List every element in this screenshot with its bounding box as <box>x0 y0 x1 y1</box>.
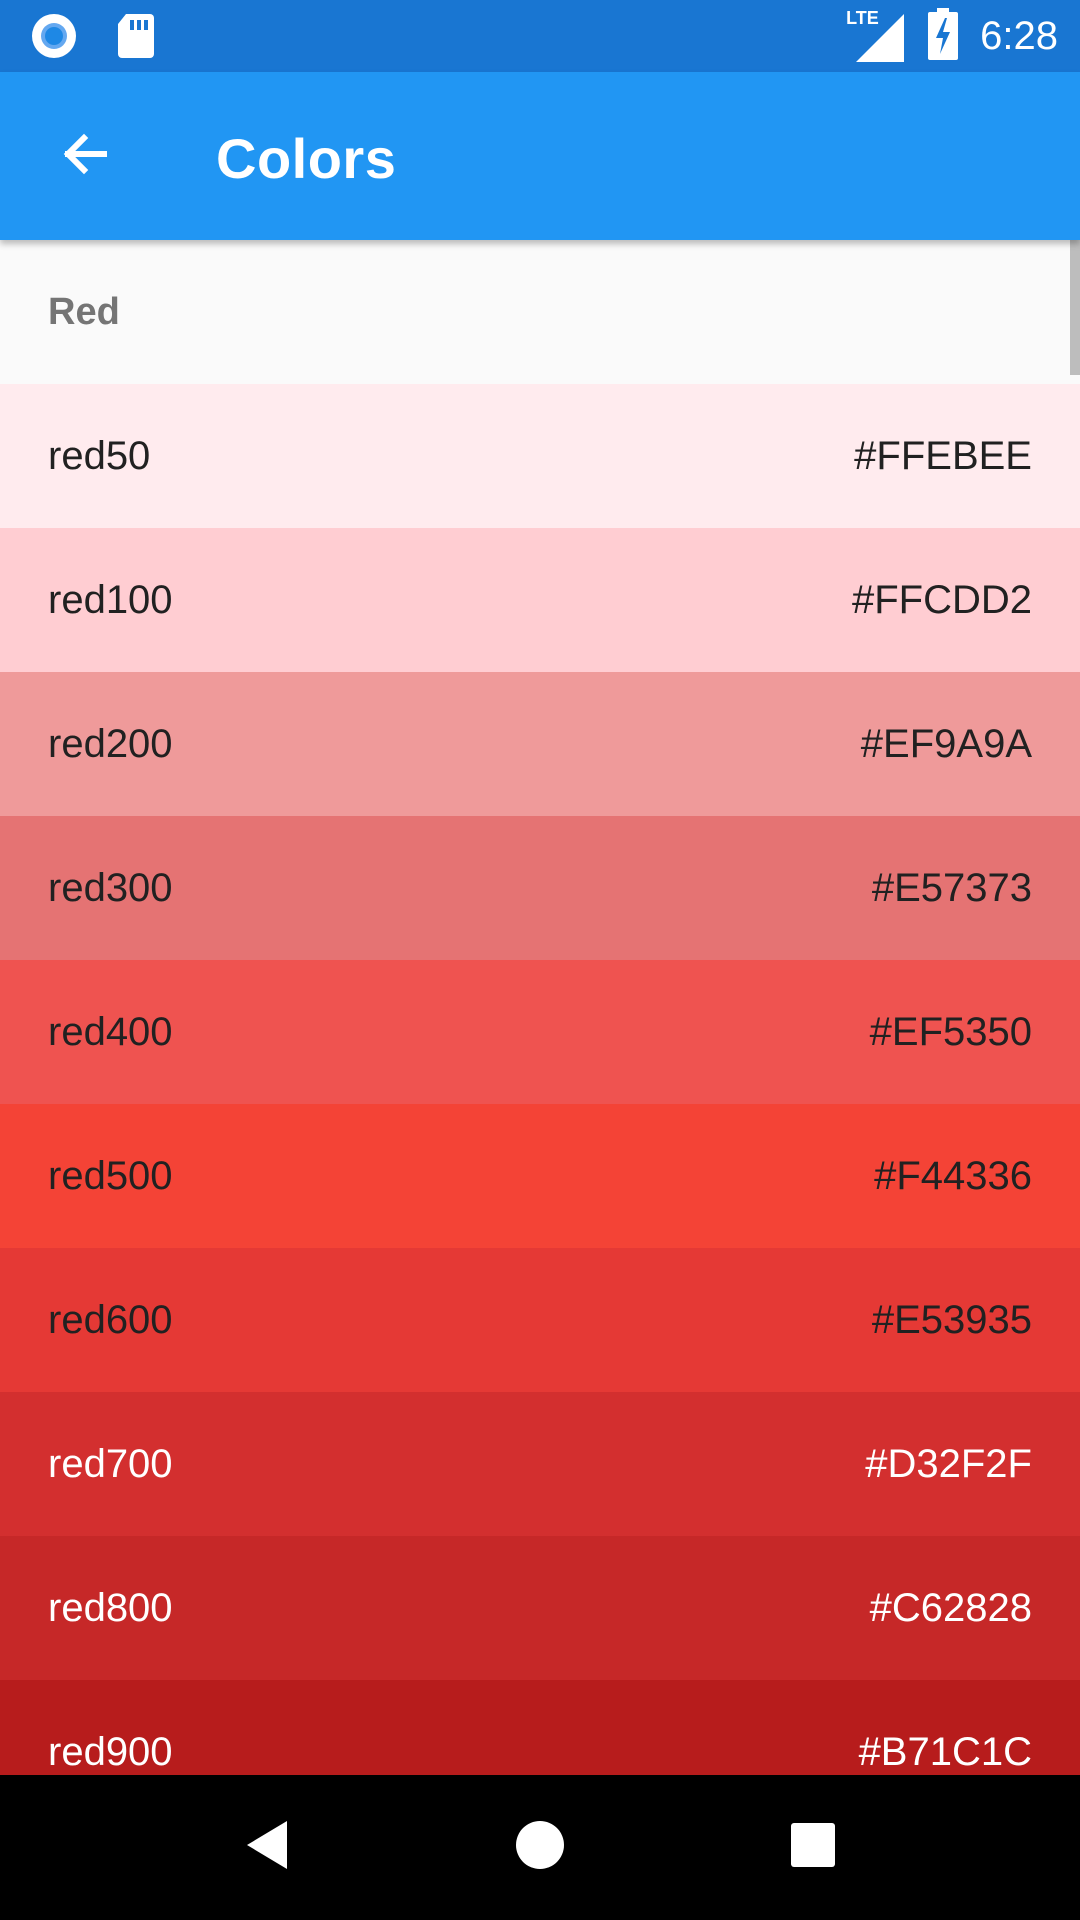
color-row-red500[interactable]: red500 #F44336 <box>0 1104 1080 1248</box>
nav-back-button[interactable] <box>217 1798 317 1898</box>
color-hex: #C62828 <box>869 1585 1032 1630</box>
color-name: red700 <box>48 1441 173 1486</box>
color-row-red900[interactable]: red900 #B71C1C <box>0 1680 1080 1775</box>
color-name: red900 <box>48 1729 173 1774</box>
color-name: red50 <box>48 433 151 478</box>
color-hex: #F44336 <box>874 1153 1032 1198</box>
color-name: red100 <box>48 577 173 622</box>
color-row-red400[interactable]: red400 #EF5350 <box>0 960 1080 1104</box>
color-row-red300[interactable]: red300 #E57373 <box>0 816 1080 960</box>
battery-charging-icon <box>928 7 959 65</box>
navigation-bar <box>0 1775 1080 1920</box>
color-row-red700[interactable]: red700 #D32F2F <box>0 1392 1080 1536</box>
status-time: 6:28 <box>980 13 1058 58</box>
section-header-red: Red <box>0 240 1080 384</box>
back-triangle-icon <box>243 1819 291 1876</box>
color-row-red50[interactable]: red50 #FFEBEE <box>0 384 1080 528</box>
back-button[interactable] <box>44 116 124 196</box>
nav-recents-button[interactable] <box>763 1798 863 1898</box>
nav-home-button[interactable] <box>490 1798 590 1898</box>
color-name: red500 <box>48 1153 173 1198</box>
recents-square-icon <box>790 1822 836 1873</box>
scrollbar[interactable] <box>1070 240 1080 375</box>
color-name: red600 <box>48 1297 173 1342</box>
color-hex: #FFCDD2 <box>851 577 1032 622</box>
app-bar: Colors <box>0 72 1080 240</box>
lte-signal-icon: LTE <box>846 8 906 62</box>
color-hex: #EF5350 <box>869 1009 1032 1054</box>
color-row-red600[interactable]: red600 #E53935 <box>0 1248 1080 1392</box>
color-name: red800 <box>48 1585 173 1630</box>
color-name: red200 <box>48 721 173 766</box>
color-hex: #B71C1C <box>858 1729 1032 1774</box>
color-hex: #D32F2F <box>865 1441 1032 1486</box>
color-row-red200[interactable]: red200 #EF9A9A <box>0 672 1080 816</box>
color-row-red800[interactable]: red800 #C62828 <box>0 1536 1080 1680</box>
color-hex: #E57373 <box>871 865 1032 910</box>
network-type-label: LTE <box>846 8 879 28</box>
color-row-red100[interactable]: red100 #FFCDD2 <box>0 528 1080 672</box>
color-name: red300 <box>48 865 173 910</box>
color-rows: red50 #FFEBEE red100 #FFCDD2 red200 #EF9A9A re… <box>0 384 1080 1775</box>
arrow-back-icon <box>58 128 110 185</box>
status-bar: LTE 6:28 <box>0 0 1080 72</box>
circle-notification-icon <box>30 12 78 65</box>
color-list[interactable]: Red red50 #FFEBEE red100 #FFCDD2 red200 #EF9A… <box>0 240 1080 1775</box>
color-name: red400 <box>48 1009 173 1054</box>
home-circle-icon <box>514 1819 566 1876</box>
color-hex: #FFEBEE <box>854 433 1032 478</box>
sd-card-icon <box>116 12 156 65</box>
color-hex: #E53935 <box>871 1297 1032 1342</box>
color-hex: #EF9A9A <box>860 721 1032 766</box>
page-title: Colors <box>216 127 397 190</box>
